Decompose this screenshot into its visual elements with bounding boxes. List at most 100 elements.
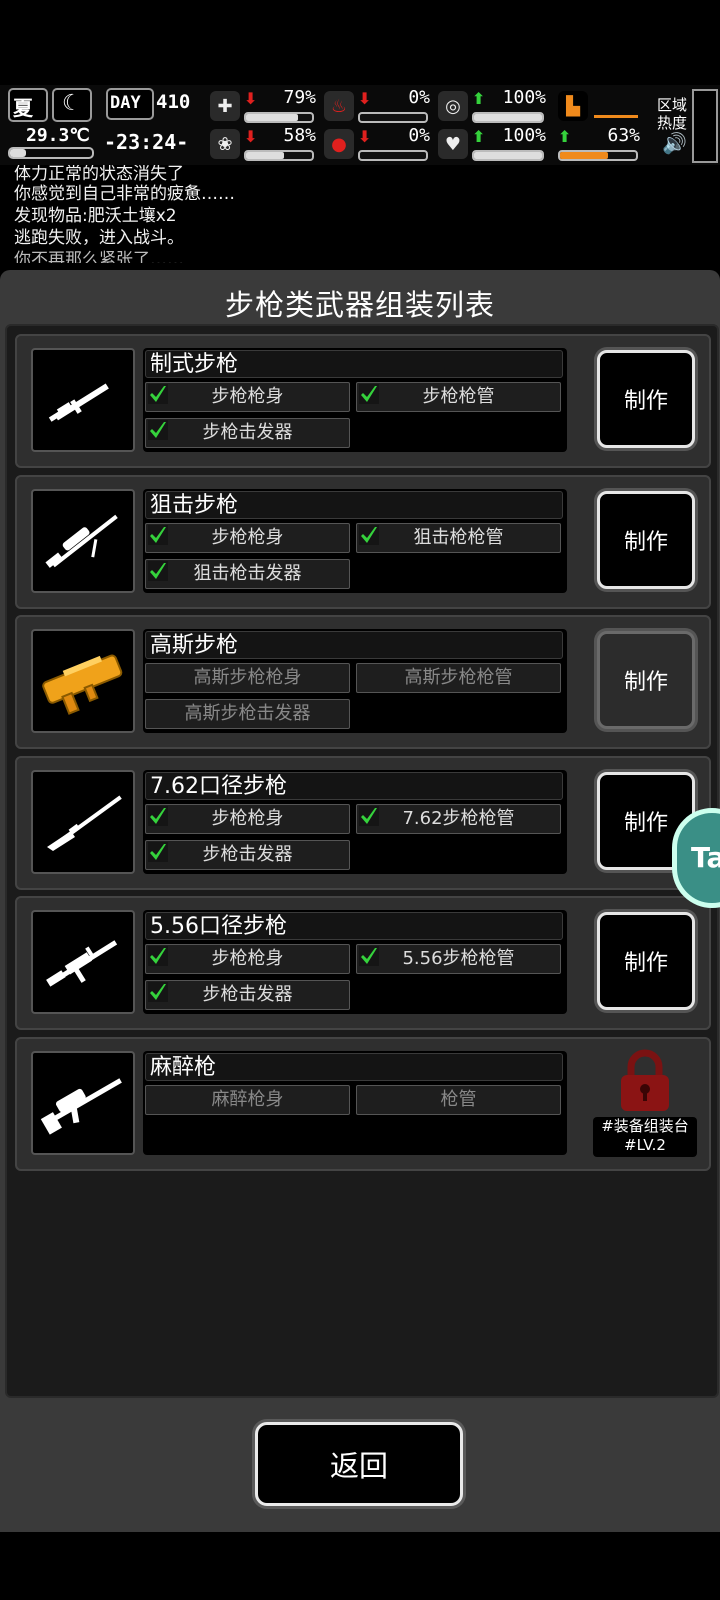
assembly-panel: 步枪类武器组装列表 制式步枪 步枪枪身 步枪枪管 步枪击发器 制作 狙击步枪 步枪枪身 狙击枪… — [0, 270, 720, 1532]
hunger-stat: ♨ ⬇ 0% — [324, 87, 434, 125]
weapon-name: 7.62口径步枪 — [145, 771, 563, 800]
weapon-card: 狙击步枪 步枪枪身 狙击枪枪管 狙击枪击发器 制作 — [15, 474, 711, 609]
checkmark-icon — [148, 524, 168, 545]
weapon-name: 麻醉枪 — [145, 1053, 563, 1081]
checkmark-icon — [359, 946, 379, 967]
checkmark-icon — [148, 560, 168, 581]
checkmark-icon — [148, 982, 168, 1003]
part-slot: 枪管 — [356, 1085, 561, 1115]
weapon-card: 7.62口径步枪 步枪枪身 7.62步枪枪管 步枪击发器 制作 — [15, 755, 711, 890]
boot-icon: ▙ — [558, 91, 588, 121]
part-slot: 7.62步枪枪管 — [356, 803, 561, 834]
arrow-up-icon: ⬆ — [472, 89, 486, 108]
weapon-card: 高斯步枪 高斯步枪枪身 高斯步枪枪管 高斯步枪击发器 制作 — [15, 615, 711, 750]
weapon-info: 制式步枪步枪枪身 步枪枪管步枪击发器 — [143, 348, 567, 452]
day-box: DAY — [106, 88, 154, 120]
lock-icon — [621, 1049, 669, 1111]
day-number: 410 — [156, 91, 191, 113]
temperature-bar — [8, 147, 94, 159]
part-slot: 高斯步枪枪身 — [145, 663, 350, 694]
tranquilizer-gun-icon — [31, 1051, 135, 1155]
panel-title: 步枪类武器组装列表 — [224, 288, 495, 322]
part-label: 5.56步枪枪管 — [402, 948, 515, 970]
zone-label-2: 热度 — [657, 114, 688, 132]
part-slot: 步枪枪身 — [145, 522, 350, 553]
arrow-down-icon: ⬇ — [358, 127, 372, 146]
mind-stat: ❀ ⬇ 58% — [210, 125, 320, 163]
part-slot: 麻醉枪身 — [145, 1085, 350, 1115]
part-slot: 步枪击发器 — [145, 839, 350, 870]
arrow-up-icon: ⬆ — [558, 127, 572, 146]
weapon-info: 麻醉枪麻醉枪身 枪管 — [143, 1051, 567, 1155]
weapon-card: 5.56口径步枪步枪枪身 5.56步枪枪管步枪击发器 制作 — [15, 896, 711, 1031]
part-label: 步枪枪管 — [422, 386, 495, 407]
part-slot: 步枪枪管 — [356, 382, 561, 412]
clock-readout: -23:24- — [104, 130, 189, 154]
part-label: 麻醉枪身 — [211, 1089, 284, 1110]
log-line: 你不再那么紧张了…… — [14, 250, 184, 263]
part-slot: 步枪枪身 — [145, 803, 350, 834]
arrow-down-icon: ⬇ — [358, 89, 372, 108]
craft-button[interactable]: 制作 — [597, 490, 695, 589]
checkmark-icon — [148, 805, 168, 826]
sniper-rifle-icon — [31, 488, 135, 593]
weapon-name: 高斯步枪 — [145, 631, 563, 660]
hygiene-stat: ◎ ⬆ 100% — [438, 87, 550, 125]
part-label: 7.62步枪枪管 — [402, 807, 515, 829]
weapon-name: 5.56口径步枪 — [145, 912, 563, 941]
weapon-info: 狙击步枪 步枪枪身 狙击枪枪管 狙击枪击发器 — [143, 488, 567, 593]
part-slot: 步枪击发器 — [145, 980, 350, 1011]
temperature-readout: 29.3℃ — [26, 125, 90, 146]
season-label: 夏 — [13, 96, 33, 120]
part-slot: 步枪枪身 — [145, 382, 350, 412]
craft-button[interactable]: 制作 — [597, 631, 695, 730]
checkmark-icon — [359, 524, 379, 545]
part-label: 步枪击发器 — [202, 984, 293, 1006]
back-button[interactable]: 返回 — [255, 1422, 463, 1506]
zone-heat-meter — [692, 89, 718, 163]
health-stat: ✚ ⬇ 79% — [210, 87, 320, 125]
water-drop-icon: ● — [324, 129, 354, 159]
speaker-icon[interactable]: 🔊 — [662, 131, 687, 155]
part-label: 枪管 — [440, 1089, 477, 1110]
part-label: 高斯步枪枪身 — [193, 667, 302, 689]
gauss-rifle-icon — [31, 629, 135, 734]
checkmark-icon — [359, 805, 379, 826]
checkmark-icon — [359, 384, 379, 404]
medkit-icon: ✚ — [210, 91, 240, 121]
locked-indicator: #装备组装台 #LV.2 — [593, 1049, 697, 1157]
weapon-card: 麻醉枪麻醉枪身 枪管 #装备组装台 #LV.2 — [15, 1037, 711, 1171]
part-label: 步枪击发器 — [202, 843, 293, 865]
energy-stat: ⬆ 63% — [558, 125, 644, 163]
craft-button[interactable]: 制作 — [597, 350, 695, 448]
soap-icon: ◎ — [438, 91, 468, 121]
part-label: 高斯步枪击发器 — [184, 703, 311, 725]
part-label: 步枪枪身 — [211, 948, 284, 970]
stomach-icon: ♨ — [324, 91, 354, 121]
bolt-rifle-icon — [31, 769, 135, 874]
weapon-info: 5.56口径步枪步枪枪身 5.56步枪枪管步枪击发器 — [143, 910, 567, 1015]
assault-rifle-icon — [31, 348, 135, 452]
part-slot: 步枪击发器 — [145, 418, 350, 448]
craft-button[interactable]: 制作 — [597, 912, 695, 1011]
season-box: 夏 — [8, 88, 48, 122]
weapon-list[interactable]: 制式步枪 步枪枪身 步枪枪管 步枪击发器 制作 狙击步枪 步枪枪身 狙击枪枪管 狙击枪击发器 制作… — [5, 324, 719, 1398]
lock-requirement: #装备组装台 #LV.2 — [593, 1117, 697, 1157]
part-label: 步枪枪身 — [211, 386, 284, 407]
mood-stat: ♥ ⬆ 100% — [438, 125, 550, 163]
checkmark-icon — [148, 946, 168, 967]
checkmark-icon — [148, 384, 168, 404]
weapon-info: 高斯步枪 高斯步枪枪身 高斯步枪枪管 高斯步枪击发器 — [143, 629, 567, 734]
weapon-name: 制式步枪 — [145, 350, 563, 378]
brain-icon: ❀ — [210, 129, 240, 159]
part-slot: 狙击枪枪管 — [356, 522, 561, 553]
thirst-stat: ● ⬇ 0% — [324, 125, 434, 163]
part-label: 狙击枪枪管 — [413, 526, 504, 548]
part-slot: 步枪枪身 — [145, 944, 350, 975]
heart-icon: ♥ — [438, 129, 468, 159]
arrow-down-icon: ⬇ — [244, 127, 258, 146]
moon-icon: ☾ — [62, 91, 82, 116]
part-label: 狙击枪击发器 — [193, 562, 302, 584]
part-slot: 狙击枪击发器 — [145, 558, 350, 589]
m16-rifle-icon — [31, 910, 135, 1015]
